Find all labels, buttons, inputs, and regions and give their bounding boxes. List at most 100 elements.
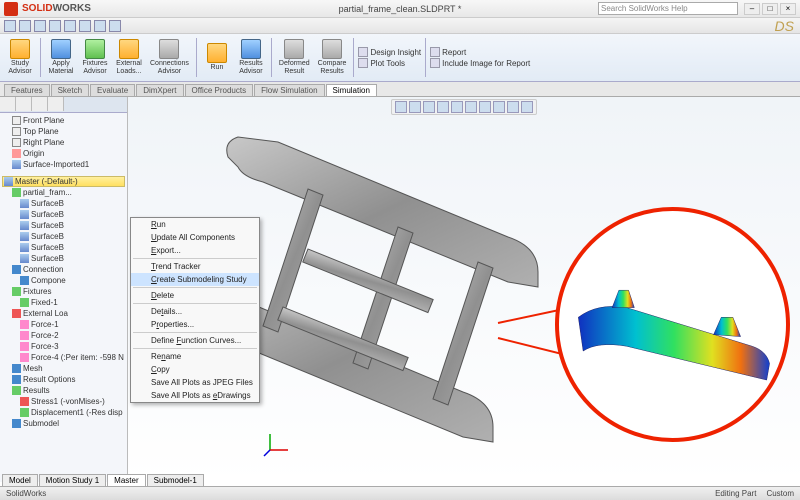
tree-component[interactable]: Compone: [2, 275, 125, 286]
ds-logo-icon: DS: [775, 18, 794, 34]
compare-results-button[interactable]: CompareResults: [315, 36, 350, 79]
tree-tab-config[interactable]: [32, 97, 48, 111]
tree-surfacebody[interactable]: SurfaceB: [2, 231, 125, 242]
tab-simulation[interactable]: Simulation: [326, 84, 377, 96]
menu-delete[interactable]: Delete: [131, 289, 259, 302]
rebuild-icon[interactable]: [94, 20, 106, 32]
tree-displacement[interactable]: Displacement1 (-Res disp: [2, 407, 125, 418]
document-title: partial_frame_clean.SLDPRT *: [339, 4, 462, 14]
window-controls: – □ ×: [744, 3, 796, 15]
design-insight-button[interactable]: Design Insight: [358, 47, 421, 57]
tree-origin[interactable]: Origin: [2, 148, 125, 159]
tree-fixtures[interactable]: Fixtures: [2, 286, 125, 297]
menu-export[interactable]: Export...: [131, 244, 259, 257]
menu-copy[interactable]: Copy: [131, 363, 259, 376]
tree-top-plane[interactable]: Top Plane: [2, 126, 125, 137]
tree-surfacebody[interactable]: SurfaceB: [2, 209, 125, 220]
close-button[interactable]: ×: [780, 3, 796, 15]
menu-separator: [133, 303, 257, 304]
tree-study-master[interactable]: Master (-Default-): [2, 176, 125, 187]
menu-create-submodeling-study[interactable]: Create Submodeling Study: [131, 273, 259, 286]
tab-dimxpert[interactable]: DimXpert: [136, 84, 183, 96]
command-manager-tabs: FeaturesSketchEvaluateDimXpertOffice Pro…: [0, 82, 800, 97]
tree-result-options[interactable]: Result Options: [2, 374, 125, 385]
undo-icon[interactable]: [64, 20, 76, 32]
tree-tab-feature[interactable]: [0, 97, 16, 111]
tab-flow-simulation[interactable]: Flow Simulation: [254, 84, 324, 96]
tree-tab-display[interactable]: [48, 97, 64, 111]
tree-surface-imported[interactable]: Surface-Imported1: [2, 159, 125, 170]
deformed-result-button[interactable]: DeformedResult: [276, 36, 313, 79]
report-button[interactable]: Report: [430, 47, 530, 57]
include-image-button[interactable]: Include Image for Report: [430, 58, 530, 68]
status-bar: SolidWorks Editing Part Custom: [0, 486, 800, 500]
tree-surfacebody[interactable]: SurfaceB: [2, 253, 125, 264]
tab-office-products[interactable]: Office Products: [185, 84, 254, 96]
tree-body: Front Plane Top Plane Right Plane Origin…: [0, 113, 127, 431]
run-button[interactable]: Run: [201, 36, 233, 79]
redo-icon[interactable]: [79, 20, 91, 32]
print-icon[interactable]: [49, 20, 61, 32]
minimize-button[interactable]: –: [744, 3, 760, 15]
tree-force[interactable]: Force-3: [2, 341, 125, 352]
menu-define-function-curves[interactable]: Define Function Curves...: [131, 334, 259, 347]
quick-access-toolbar: [0, 18, 800, 34]
tree-results[interactable]: Results: [2, 385, 125, 396]
tree-tab-property[interactable]: [16, 97, 32, 111]
tree-stress[interactable]: Stress1 (-vonMises-): [2, 396, 125, 407]
tree-mesh[interactable]: Mesh: [2, 363, 125, 374]
tree-right-plane[interactable]: Right Plane: [2, 137, 125, 148]
menu-update-all-components[interactable]: Update All Components: [131, 231, 259, 244]
tree-front-plane[interactable]: Front Plane: [2, 115, 125, 126]
tree-part[interactable]: partial_fram...: [2, 187, 125, 198]
design-insight-icon: [358, 47, 368, 57]
tab-model[interactable]: Model: [2, 474, 38, 486]
open-icon[interactable]: [19, 20, 31, 32]
menu-separator: [133, 258, 257, 259]
menu-separator: [133, 332, 257, 333]
menu-details[interactable]: Details...: [131, 305, 259, 318]
study-advisor-button[interactable]: StudyAdvisor: [4, 36, 36, 79]
plot-tools-button[interactable]: Plot Tools: [358, 58, 421, 68]
menu-rename[interactable]: Rename: [131, 350, 259, 363]
external-loads-button[interactable]: ExternalLoads...: [113, 36, 145, 79]
tab-features[interactable]: Features: [4, 84, 50, 96]
new-icon[interactable]: [4, 20, 16, 32]
tab-submodel[interactable]: Submodel-1: [147, 474, 204, 486]
apply-material-button[interactable]: ApplyMaterial: [45, 36, 77, 79]
menu-separator: [133, 348, 257, 349]
results-advisor-button[interactable]: ResultsAdvisor: [235, 36, 267, 79]
status-mode: Editing Part: [715, 489, 756, 498]
menu-trend-tracker[interactable]: Trend Tracker: [131, 260, 259, 273]
tree-fixed[interactable]: Fixed-1: [2, 297, 125, 308]
ribbon: StudyAdvisor ApplyMaterial FixturesAdvis…: [0, 34, 800, 82]
brand: SOLIDWORKS: [22, 3, 91, 14]
orientation-triad-icon[interactable]: [262, 428, 292, 458]
tree-connections[interactable]: Connection: [2, 264, 125, 275]
menu-properties[interactable]: Properties...: [131, 318, 259, 331]
search-input[interactable]: Search SolidWorks Help: [598, 2, 738, 15]
tree-force[interactable]: Force-1: [2, 319, 125, 330]
menu-save-all-plots-as-jpeg-files[interactable]: Save All Plots as JPEG Files: [131, 376, 259, 389]
tab-master[interactable]: Master: [107, 474, 145, 486]
save-icon[interactable]: [34, 20, 46, 32]
tree-external-loads[interactable]: External Loa: [2, 308, 125, 319]
tree-tabs: [0, 97, 127, 113]
tab-sketch[interactable]: Sketch: [51, 84, 89, 96]
tab-evaluate[interactable]: Evaluate: [90, 84, 135, 96]
connections-advisor-button[interactable]: ConnectionsAdvisor: [147, 36, 192, 79]
tree-surfacebody[interactable]: SurfaceB: [2, 242, 125, 253]
tree-force4[interactable]: Force-4 (:Per item: -598 N: [2, 352, 125, 363]
fixtures-advisor-button[interactable]: FixturesAdvisor: [79, 36, 111, 79]
maximize-button[interactable]: □: [762, 3, 778, 15]
status-units: Custom: [766, 489, 794, 498]
tree-surfacebody[interactable]: SurfaceB: [2, 220, 125, 231]
options-icon[interactable]: [109, 20, 121, 32]
menu-save-all-plots-as-edrawings[interactable]: Save All Plots as eDrawings: [131, 389, 259, 402]
menu-run[interactable]: Run: [131, 218, 259, 231]
tree-submodel[interactable]: Submodel: [2, 418, 125, 429]
tree-force[interactable]: Force-2: [2, 330, 125, 341]
tree-surfacebody[interactable]: SurfaceB: [2, 198, 125, 209]
main-area: Front Plane Top Plane Right Plane Origin…: [0, 97, 800, 482]
tab-motion-study[interactable]: Motion Study 1: [39, 474, 106, 486]
